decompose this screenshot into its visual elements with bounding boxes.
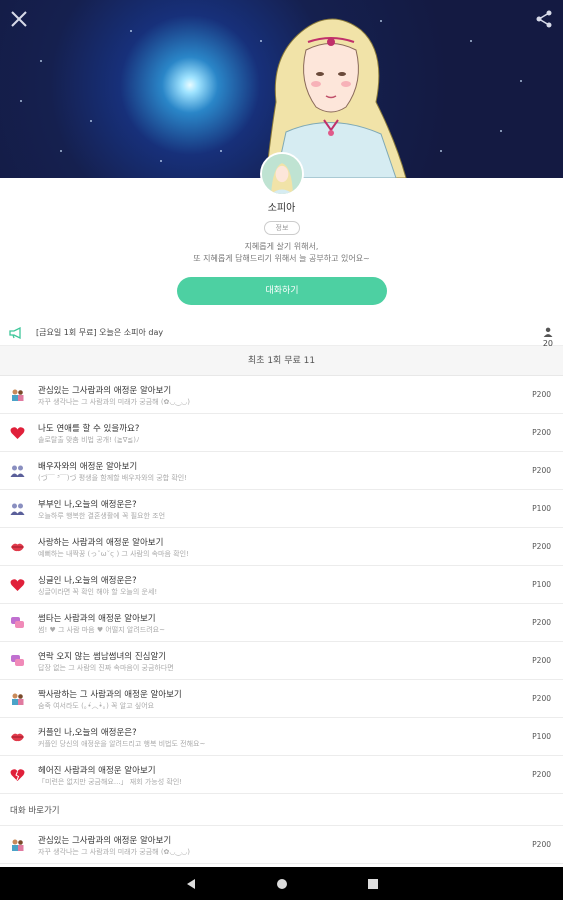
star bbox=[470, 40, 472, 42]
couple-icon bbox=[12, 389, 24, 401]
list-item[interactable]: 관심있는 그사람과의 애정운 알아보기 자꾸 생각나는 그 사람과의 미래가 궁… bbox=[0, 376, 563, 414]
list-item[interactable]: 관심있는 그사람과의 애정운 알아보기 자꾸 생각나는 그 사람과의 미래가 궁… bbox=[0, 826, 563, 864]
list-item-price: P200 bbox=[532, 840, 551, 849]
broken-heart-icon bbox=[10, 769, 25, 781]
star bbox=[440, 150, 442, 152]
character-illustration bbox=[265, 18, 407, 178]
list-item[interactable]: 썸타는 사람과의 애정운 알아보기 썸! ♥ 그 사람 마음 ♥ 어떨지 알려드… bbox=[0, 604, 563, 642]
list-item[interactable]: 연락 오지 않는 썸남썸녀의 진심알기 답장 없는 그 사람의 진짜 속마음이 … bbox=[0, 642, 563, 680]
description-line-2: 또 지혜롭게 답해드리기 위해서 늘 공부하고 있어요~ bbox=[193, 254, 370, 263]
star bbox=[220, 150, 222, 152]
list-item-price: P200 bbox=[532, 770, 551, 779]
list-item-subtitle: 오늘하루 행복한 결혼생활에 꼭 필요한 조언 bbox=[38, 512, 166, 520]
list-item-title: 헤어진 사람과의 애정운 알아보기 bbox=[38, 766, 156, 776]
list-item-subtitle: (づ￣ ³￣)づ 평생을 함께할 배우자와의 궁합 확인! bbox=[38, 474, 188, 482]
list-item[interactable]: 나도 연애를 할 수 있을까요? 솔로탈출 맞춤 비법 공개! (≧∇≦)ﾉ P… bbox=[0, 414, 563, 452]
list-item[interactable]: 싱글인 나,오늘의 애정운은? 싱글이라면 꼭 확인 해야 할 오늘의 운세! … bbox=[0, 566, 563, 604]
star bbox=[160, 160, 162, 162]
star bbox=[500, 130, 502, 132]
start-chat-button[interactable]: 대화하기 bbox=[177, 277, 387, 305]
list-item[interactable]: 짝사랑하는 그 사람과의 애정운 알아보기 숨죽 여서라도 (｡•́︿•̀｡) … bbox=[0, 680, 563, 718]
heart-icon bbox=[10, 579, 25, 591]
star bbox=[40, 60, 42, 62]
description-line-1: 지혜롭게 살기 위해서, bbox=[244, 242, 319, 251]
star bbox=[20, 100, 22, 102]
list-item-title: 사랑하는 사람과의 애정운 알아보기 bbox=[38, 538, 164, 548]
list-item-subtitle: 자꾸 생각나는 그 사람과의 미래가 궁금해 (✿◡‿◡) bbox=[38, 848, 190, 856]
list-item-title: 배우자와의 애정운 알아보기 bbox=[38, 462, 138, 472]
list-item-subtitle: 솔로탈출 맞춤 비법 공개! (≧∇≦)ﾉ bbox=[38, 436, 140, 444]
list-item-title: 커플인 나,오늘의 애정운은? bbox=[38, 728, 137, 738]
section-header: 최초 1회 무료 11 bbox=[0, 346, 563, 376]
list-item-subtitle: 예뻐하는 내짝꿍 (っ˘ω˘ς ) 그 사람의 속마음 확인! bbox=[38, 550, 189, 558]
fortune-list: 관심있는 그사람과의 애정운 알아보기 자꾸 생각나는 그 사람과의 미래가 궁… bbox=[0, 376, 563, 794]
notice-bar[interactable]: [금요일 1회 무료] 오늘은 소피아 day 20 bbox=[0, 320, 563, 348]
list-item-price: P200 bbox=[532, 656, 551, 665]
list-item-subtitle: 「미련은 없지만 궁금해요...」 재회 가능성 확인! bbox=[38, 778, 183, 786]
list-item-title: 싱글인 나,오늘의 애정운은? bbox=[38, 576, 137, 586]
list-item[interactable]: 헤어진 사람과의 애정운 알아보기 「미련은 없지만 궁금해요...」 재회 가… bbox=[0, 756, 563, 794]
list-item-title: 관심있는 그사람과의 애정운 알아보기 bbox=[38, 386, 172, 396]
heart-icon bbox=[10, 427, 25, 439]
chat-shortcut-list: 관심있는 그사람과의 애정운 알아보기 자꾸 생각나는 그 사람과의 미래가 궁… bbox=[0, 826, 563, 864]
list-item[interactable]: 커플인 나,오늘의 애정운은? 커플인 당신의 애정운을 알려드리고 행복 비법… bbox=[0, 718, 563, 756]
star bbox=[90, 120, 92, 122]
star bbox=[60, 150, 62, 152]
list-item-subtitle: 썸! ♥ 그 사람 마음 ♥ 어떨지 알려드려요~ bbox=[38, 626, 165, 634]
couple-icon bbox=[10, 465, 25, 477]
avatar bbox=[260, 152, 304, 196]
list-item[interactable]: 부부인 나,오늘의 애정운은? 오늘하루 행복한 결혼생활에 꼭 필요한 조언 … bbox=[0, 490, 563, 528]
list-item-price: P200 bbox=[532, 694, 551, 703]
couple-icon bbox=[12, 693, 24, 705]
list-item-subtitle: 답장 없는 그 사람의 진짜 속마음이 궁금하다면 bbox=[38, 664, 174, 672]
recents-square-icon[interactable] bbox=[366, 877, 380, 891]
star bbox=[520, 80, 522, 82]
list-item-title: 부부인 나,오늘의 애정운은? bbox=[38, 500, 137, 510]
megaphone-icon bbox=[9, 327, 21, 339]
list-item-price: P100 bbox=[532, 732, 551, 741]
list-item-price: P200 bbox=[532, 466, 551, 475]
chat-shortcut-header: 대화 바로가기 bbox=[0, 796, 563, 826]
list-item-subtitle: 숨죽 여서라도 (｡•́︿•̀｡) 꼭 알고 싶어요 bbox=[38, 702, 155, 710]
notice-count: 20 bbox=[543, 327, 553, 348]
list-item-price: P200 bbox=[532, 618, 551, 627]
couple-icon bbox=[10, 503, 25, 515]
lips-icon bbox=[11, 733, 24, 742]
list-item-title: 관심있는 그사람과의 애정운 알아보기 bbox=[38, 836, 172, 846]
lips-icon bbox=[11, 543, 24, 552]
character-name: 소피아 bbox=[267, 203, 296, 214]
list-item-price: P200 bbox=[532, 390, 551, 399]
notice-text: [금요일 1회 무료] 오늘은 소피아 day bbox=[36, 328, 164, 337]
system-navigation-bar bbox=[0, 867, 563, 900]
list-item-subtitle: 커플인 당신의 애정운을 알려드리고 행복 비법도 전해요~ bbox=[38, 740, 206, 748]
chat-icon bbox=[11, 617, 24, 628]
list-item-title: 나도 연애를 할 수 있을까요? bbox=[38, 424, 140, 434]
share-icon[interactable] bbox=[535, 9, 553, 29]
list-item-title: 연락 오지 않는 썸남썸녀의 진심알기 bbox=[38, 652, 167, 662]
list-item-subtitle: 싱글이라면 꼭 확인 해야 할 오늘의 운세! bbox=[38, 588, 158, 596]
list-item-title: 짝사랑하는 그 사람과의 애정운 알아보기 bbox=[38, 690, 182, 700]
back-triangle-icon[interactable] bbox=[184, 877, 198, 891]
info-badge[interactable]: 정보 bbox=[264, 221, 300, 235]
character-description: 지혜롭게 살기 위해서, 또 지혜롭게 답해드리기 위해서 늘 공부하고 있어요… bbox=[0, 241, 563, 265]
couple-icon bbox=[12, 839, 24, 851]
list-item[interactable]: 사랑하는 사람과의 애정운 알아보기 예뻐하는 내짝꿍 (っ˘ω˘ς ) 그 사… bbox=[0, 528, 563, 566]
home-circle-icon[interactable] bbox=[275, 877, 289, 891]
star bbox=[130, 30, 132, 32]
close-icon[interactable] bbox=[8, 8, 30, 30]
list-item-price: P200 bbox=[532, 542, 551, 551]
list-item-title: 썸타는 사람과의 애정운 알아보기 bbox=[38, 614, 156, 624]
list-item-price: P100 bbox=[532, 504, 551, 513]
list-item[interactable]: 배우자와의 애정운 알아보기 (づ￣ ³￣)づ 평생을 함께할 배우자와의 궁합… bbox=[0, 452, 563, 490]
chat-icon bbox=[11, 655, 24, 666]
people-icon bbox=[543, 327, 553, 338]
list-item-subtitle: 자꾸 생각나는 그 사람과의 미래가 궁금해 (✿◡‿◡) bbox=[38, 398, 190, 406]
list-item-price: P100 bbox=[532, 580, 551, 589]
list-item-price: P200 bbox=[532, 428, 551, 437]
